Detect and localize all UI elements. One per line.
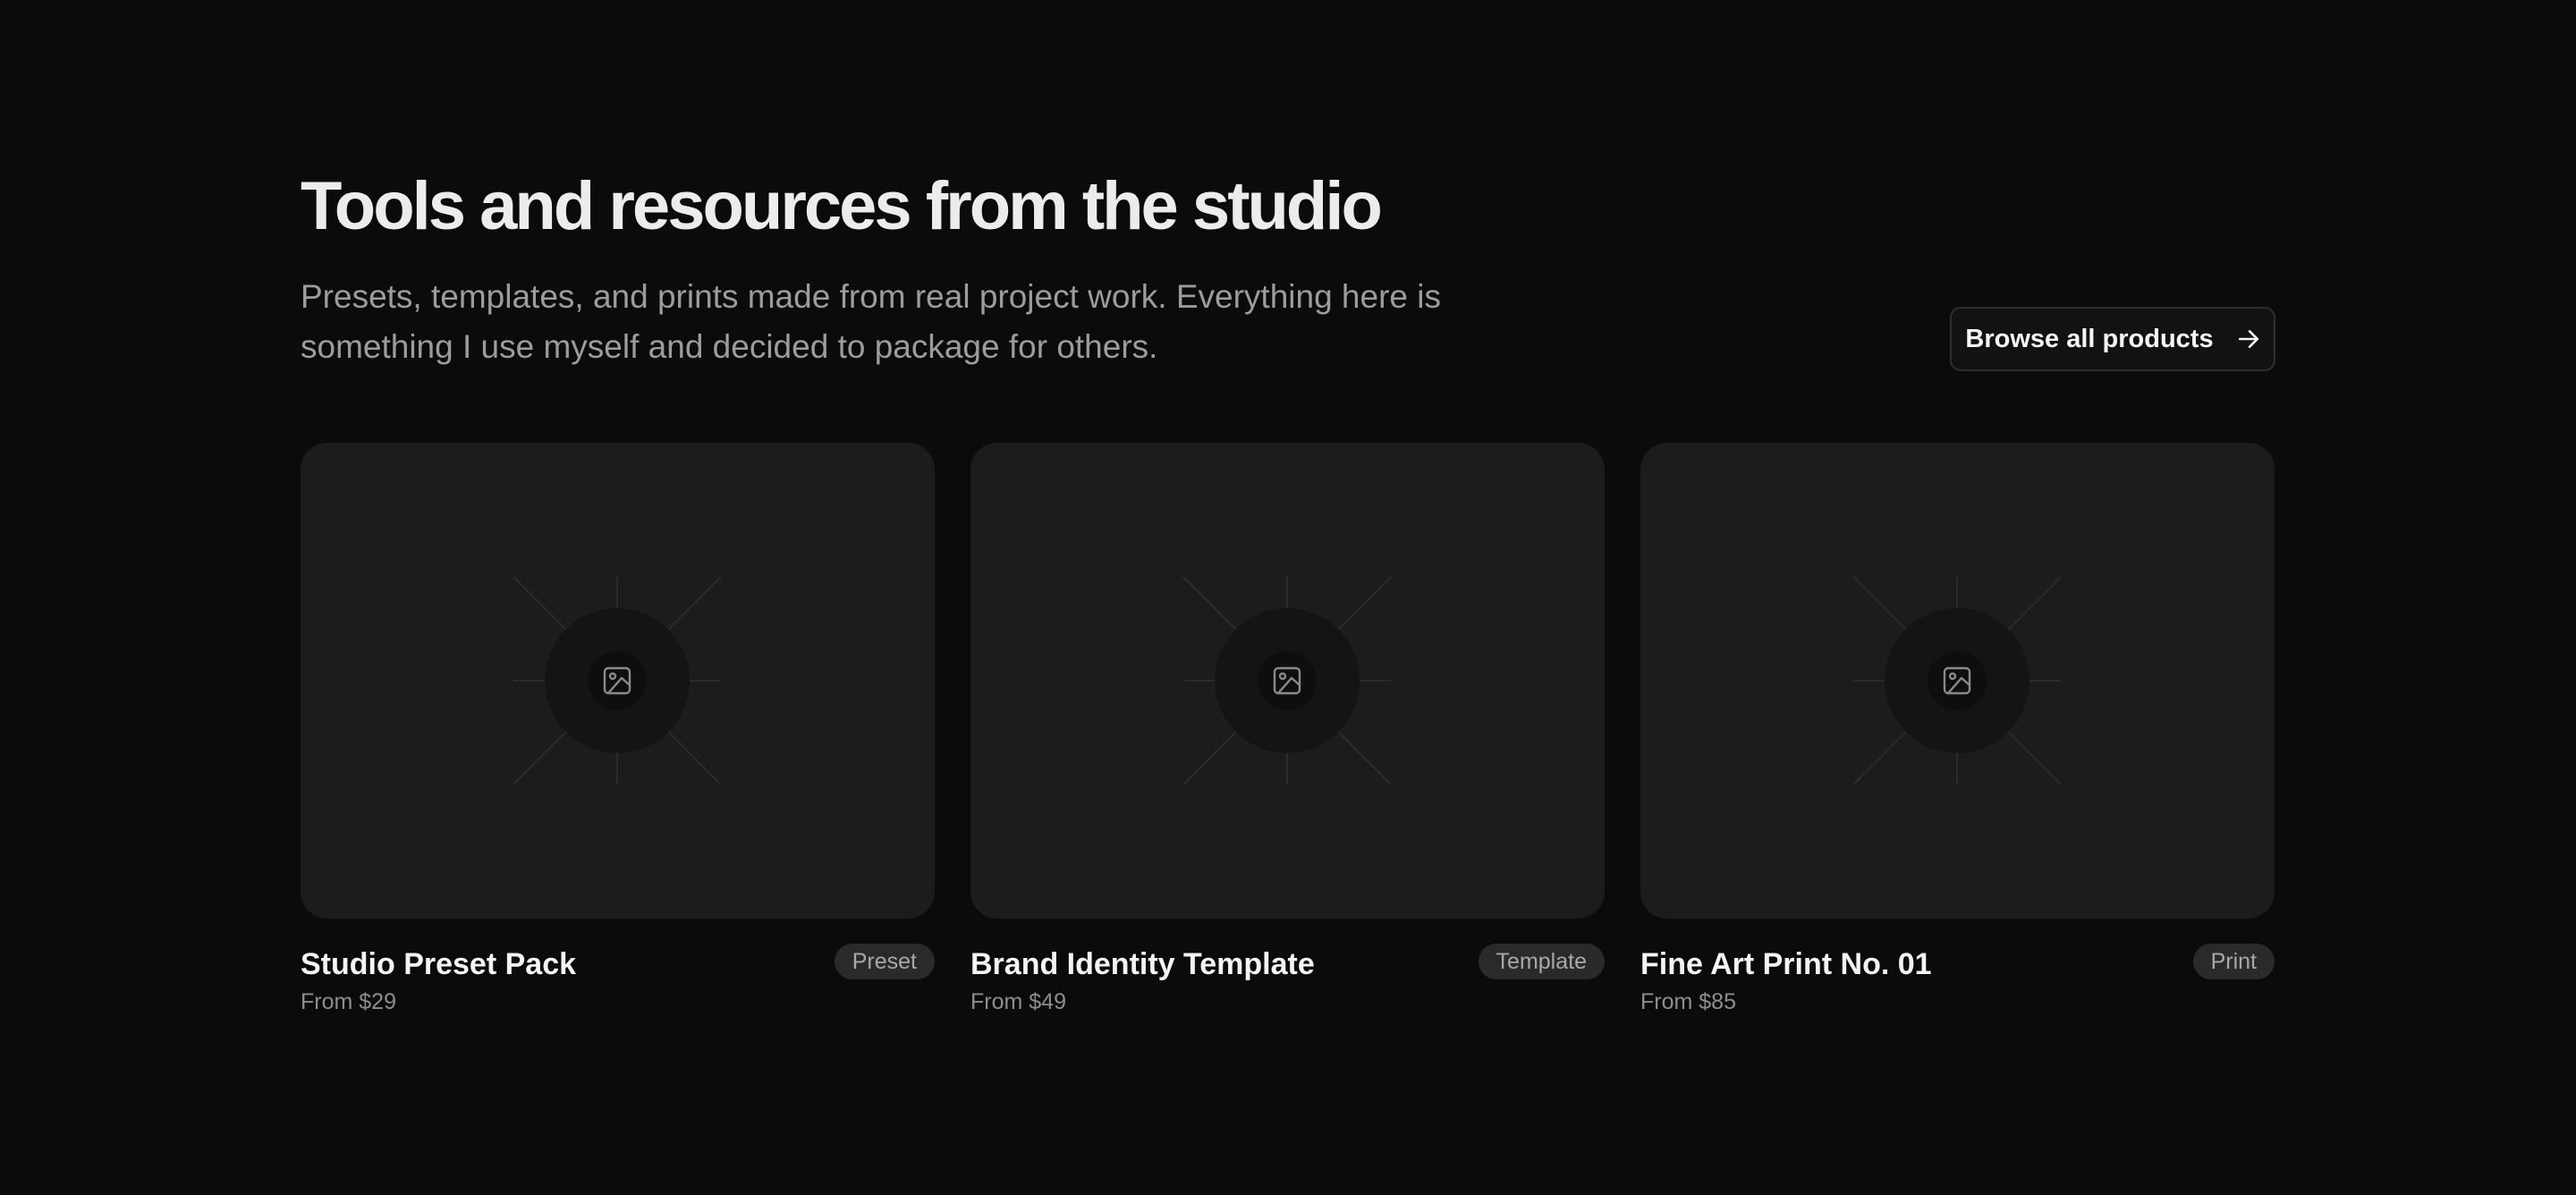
arrow-right-icon xyxy=(2238,330,2258,348)
product-card[interactable]: Fine Art Print No. 01 From $85 Print xyxy=(1640,443,2275,1024)
product-card[interactable]: Studio Preset Pack From $29 Preset xyxy=(301,443,935,1024)
section-subtitle: Presets, templates, and prints made from… xyxy=(301,278,1441,365)
image-placeholder-graphic xyxy=(1852,576,2062,785)
browse-all-products-label: Browse all products xyxy=(1965,324,2214,353)
product-image[interactable] xyxy=(970,443,1605,919)
product-info: Fine Art Print No. 01 From $85 Print xyxy=(1640,944,2275,1024)
product-image[interactable] xyxy=(1640,443,2275,919)
product-category-badge: Preset xyxy=(834,944,935,979)
image-placeholder-graphic xyxy=(513,576,722,785)
product-title[interactable]: Studio Preset Pack xyxy=(301,947,576,982)
product-info: Brand Identity Template From $49 Templat… xyxy=(970,944,1605,1024)
product-price: From $49 xyxy=(970,989,1066,1014)
products-section: Tools and resources from the studio Pres… xyxy=(301,0,2275,1195)
product-info: Studio Preset Pack From $29 Preset xyxy=(301,944,935,1024)
product-price: From $29 xyxy=(301,989,396,1014)
product-price: From $85 xyxy=(1640,989,1736,1014)
image-placeholder-graphic xyxy=(1182,576,1392,785)
product-category-badge: Template xyxy=(1478,944,1605,979)
product-title[interactable]: Brand Identity Template xyxy=(970,947,1315,982)
product-card[interactable]: Brand Identity Template From $49 Templat… xyxy=(970,443,1605,1024)
product-title[interactable]: Fine Art Print No. 01 xyxy=(1640,947,1932,982)
product-category-badge: Print xyxy=(2192,944,2275,979)
browse-all-products-button[interactable]: Browse all products xyxy=(1950,307,2275,371)
product-image[interactable] xyxy=(301,443,935,919)
section-title: Tools and resources from the studio xyxy=(301,168,1383,244)
product-grid: Studio Preset Pack From $29 Preset Brand… xyxy=(301,443,2275,1024)
